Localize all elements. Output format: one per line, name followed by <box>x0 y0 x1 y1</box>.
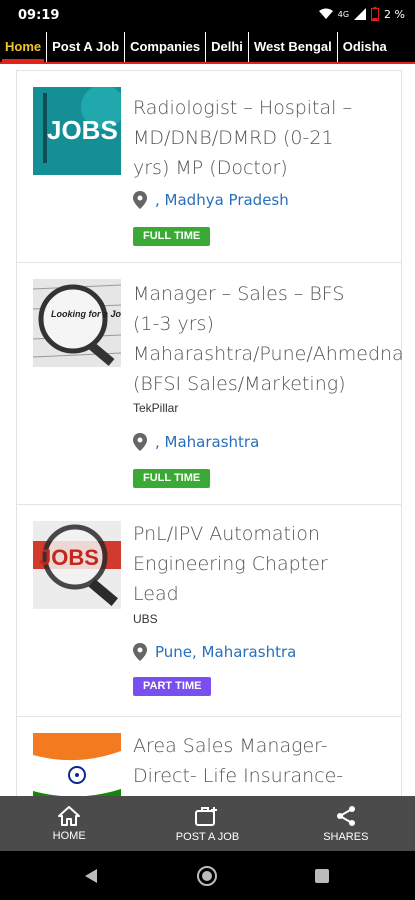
title-line: MD/DNB/DMRD (0-21 <box>133 127 334 149</box>
jobs-image-icon: JOBS <box>33 87 121 175</box>
title-line: Maharashtra/Pune/Ahmedna <box>133 343 404 365</box>
job-card[interactable]: JOBS PnL/IPV Automation Engineering Chap… <box>16 504 402 717</box>
magnifier-newspaper-icon: Looking for a Job <box>33 279 121 367</box>
job-type-badge: FULL TIME <box>133 227 211 246</box>
india-flag-icon <box>33 733 121 796</box>
map-pin-icon <box>133 643 147 661</box>
job-thumbnail: Looking for a Job <box>33 279 121 367</box>
map-pin-icon <box>133 433 147 451</box>
network-label: 4G <box>337 9 350 19</box>
title-line: (1-3 yrs) <box>133 313 214 335</box>
title-line: Direct- Life Insurance- <box>133 765 344 787</box>
home-circle-icon[interactable] <box>196 865 218 887</box>
title-line: Manager – Sales – BFS <box>133 283 345 305</box>
location-row: , Madhya Pradesh <box>133 191 289 209</box>
wifi-icon <box>318 8 333 19</box>
status-bar: 09:19 4G 2 % <box>0 0 415 32</box>
title-line: Lead <box>133 583 179 605</box>
title-line: Radiologist – Hospital – <box>133 97 352 119</box>
job-company: UBS <box>133 612 158 626</box>
job-title[interactable]: PnL/IPV Automation Engineering Chapter L… <box>133 519 415 609</box>
job-card[interactable]: Looking for a Job Manager – Sales – BFS … <box>16 262 404 505</box>
job-title[interactable]: Area Sales Manager- Direct- Life Insuran… <box>133 731 415 791</box>
bottom-nav-post-a-job[interactable]: POST A JOB <box>138 796 276 851</box>
tab-odisha[interactable]: Odisha <box>338 32 392 62</box>
job-type-badge: PART TIME <box>133 677 212 696</box>
magnifier-jobs-icon: JOBS <box>33 521 121 609</box>
bottom-nav: HOME POST A JOB SHARES <box>0 796 415 851</box>
tab-home[interactable]: Home <box>0 32 48 62</box>
home-icon <box>58 805 81 826</box>
system-nav-bar <box>0 851 415 900</box>
job-card[interactable]: Area Sales Manager- Direct- Life Insuran… <box>16 716 402 796</box>
job-thumbnail: JOBS <box>33 87 121 175</box>
title-line: Area Sales Manager- <box>133 735 328 757</box>
thumb-text: JOBS <box>39 545 99 570</box>
bottom-nav-home[interactable]: HOME <box>0 796 138 851</box>
briefcase-add-icon <box>195 806 218 826</box>
job-company: TekPillar <box>133 401 179 415</box>
job-thumbnail <box>33 733 121 796</box>
tab-delhi[interactable]: Delhi <box>206 32 249 62</box>
category-tabs: Home Post A Job Companies Delhi West Ben… <box>0 32 415 62</box>
tab-west-bengal[interactable]: West Bengal <box>249 32 338 62</box>
battery-icon <box>371 7 380 21</box>
location-row: Pune, Maharashtra <box>133 643 296 661</box>
bottom-nav-shares[interactable]: SHARES <box>277 796 415 851</box>
recents-icon[interactable] <box>315 869 329 883</box>
signal-icon <box>354 8 367 20</box>
tab-companies[interactable]: Companies <box>125 32 207 62</box>
share-icon <box>336 805 355 826</box>
bottom-nav-label: SHARES <box>323 830 369 843</box>
bottom-nav-label: POST A JOB <box>175 830 240 843</box>
job-title[interactable]: Radiologist – Hospital – MD/DNB/DMRD (0-… <box>133 93 415 183</box>
title-line: Engineering Chapter <box>133 553 328 575</box>
job-location[interactable]: , Maharashtra <box>155 433 259 451</box>
title-line: yrs) MP (Doctor) <box>133 157 288 179</box>
status-icons: 4G 2 % <box>318 7 405 21</box>
job-thumbnail: JOBS <box>33 521 121 609</box>
map-pin-icon <box>133 191 147 209</box>
job-location[interactable]: , Madhya Pradesh <box>155 191 289 209</box>
bottom-nav-label: HOME <box>52 829 86 842</box>
job-list: JOBS Radiologist – Hospital – MD/DNB/DMR… <box>0 64 415 796</box>
job-type-badge: FULL TIME <box>133 469 211 488</box>
tab-post-a-job[interactable]: Post A Job <box>47 32 126 62</box>
location-row: , Maharashtra <box>133 433 259 451</box>
job-location[interactable]: Pune, Maharashtra <box>155 643 296 661</box>
thumb-text: Looking for a Job <box>51 309 121 319</box>
title-line: PnL/IPV Automation <box>133 523 320 545</box>
back-icon[interactable] <box>84 868 98 884</box>
job-title[interactable]: Manager – Sales – BFS (1-3 yrs) Maharash… <box>133 279 415 399</box>
battery-percent: 2 % <box>384 7 405 21</box>
job-card[interactable]: JOBS Radiologist – Hospital – MD/DNB/DMR… <box>16 70 402 263</box>
status-time: 09:19 <box>18 8 60 23</box>
thumb-text: JOBS <box>47 115 118 145</box>
title-line: (BFSI Sales/Marketing) <box>133 373 346 395</box>
